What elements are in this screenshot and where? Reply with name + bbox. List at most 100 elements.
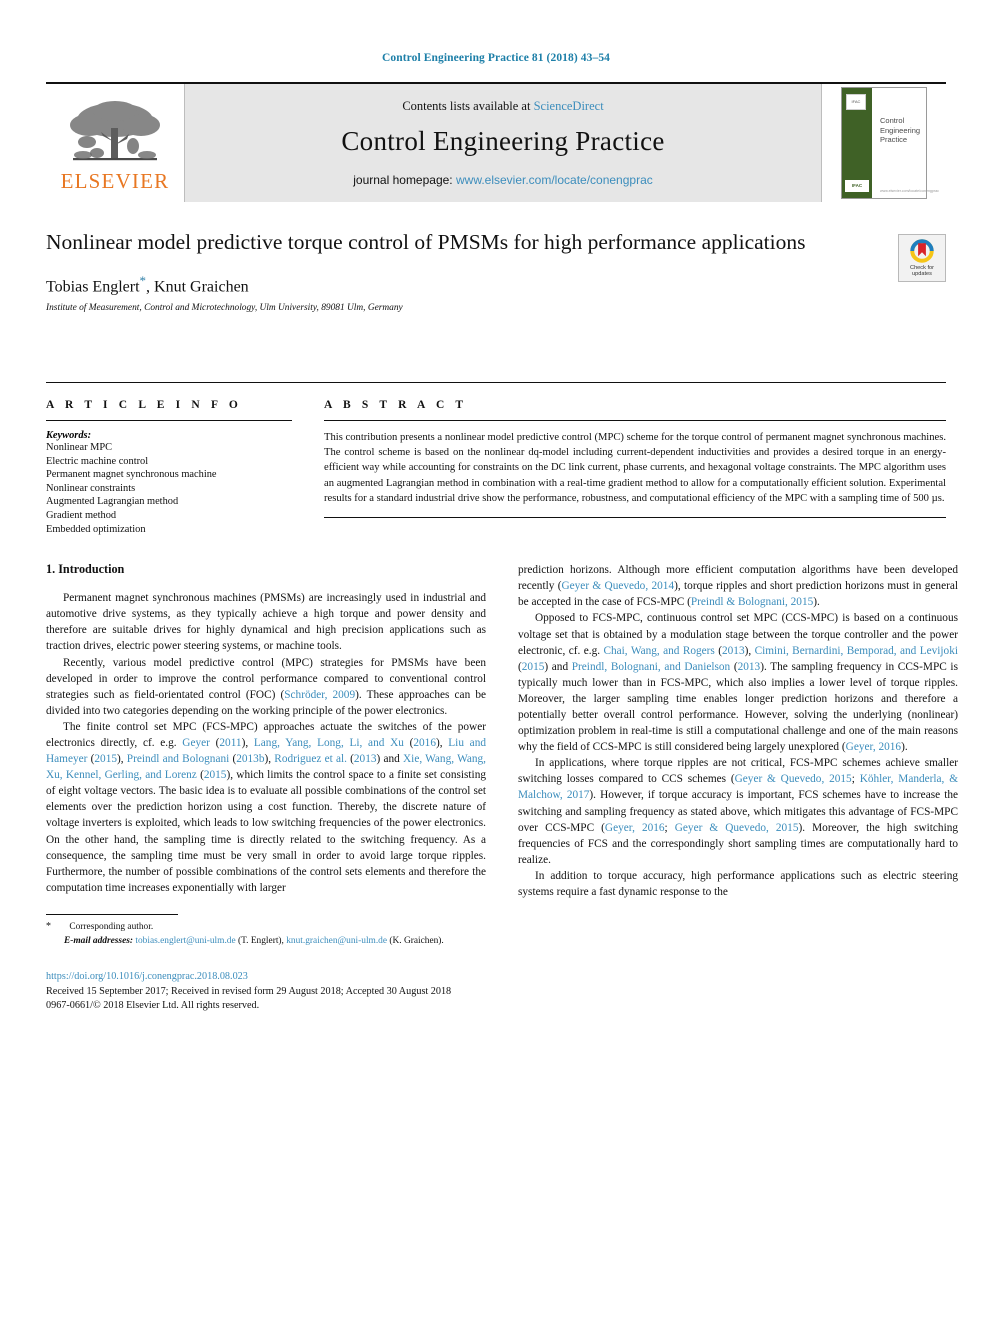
citation-link[interactable]: Preindl, Bolognani, and Danielson [572, 661, 730, 673]
cover-url: www.elsevier.com/locate/conengprac [880, 189, 939, 193]
ifac-badge-top-icon: IFAC [846, 94, 866, 110]
body-paragraph: The finite control set MPC (FCS-MPC) app… [46, 719, 486, 896]
citation-link[interactable]: Geyer, 2016 [605, 822, 665, 834]
contents-line: Contents lists available at ScienceDirec… [402, 99, 603, 114]
corresponding-author-text: Corresponding author. [69, 922, 154, 933]
journal-homepage-link[interactable]: www.elsevier.com/locate/conengprac [456, 173, 653, 187]
citation-link[interactable]: Geyer & Quevedo, 2014 [561, 580, 674, 592]
citation-link[interactable]: Preindl and Bolognani [127, 753, 229, 765]
abstract-column: A B S T R A C T This contribution presen… [324, 383, 946, 536]
running-head: Control Engineering Practice 81 (2018) 4… [381, 52, 611, 64]
article-page: Control Engineering Practice 81 (2018) 4… [0, 0, 992, 1323]
journal-homepage-line: journal homepage: www.elsevier.com/locat… [353, 173, 653, 187]
right-column: prediction horizons. Although more effic… [518, 562, 958, 900]
email-link-2[interactable]: knut.graichen@uni-ulm.de [286, 936, 387, 946]
homepage-prefix: journal homepage: [353, 173, 456, 187]
crossmark-icon [910, 239, 934, 263]
paragraph-text: ( [209, 737, 220, 749]
paragraph-text: ( [730, 660, 738, 673]
citation-link[interactable]: 2015 [522, 661, 545, 673]
paragraph-text: In addition to torque accuracy, high per… [518, 869, 958, 899]
paragraph-text: ). [901, 741, 908, 754]
left-column-paragraphs: Permanent magnet synchronous machines (P… [46, 590, 486, 896]
paragraph-text: ), [264, 753, 275, 766]
citation-link[interactable]: Preindl & Bolognani, 2015 [691, 596, 813, 608]
article-info-column: A R T I C L E I N F O Keywords: Nonlinea… [46, 383, 292, 536]
page-title: Nonlinear model predictive torque contro… [46, 230, 806, 254]
abstract-bottom-rule [324, 517, 946, 519]
citation-link[interactable]: 2013 [738, 661, 761, 673]
copyright-line: 0967-0661/© 2018 Elsevier Ltd. All right… [46, 1000, 260, 1012]
email-link-1[interactable]: tobias.englert@uni-ulm.de [135, 936, 235, 946]
cover-art: IFAC IFAC Control Engineering Practice w… [841, 87, 939, 199]
info-abstract-region: A R T I C L E I N F O Keywords: Nonlinea… [46, 382, 946, 536]
list-item: Embedded optimization [46, 523, 146, 535]
paragraph-text: ( [196, 769, 204, 782]
crossmark-line2: updates [912, 271, 932, 278]
sciencedirect-link[interactable]: ScienceDirect [534, 99, 604, 113]
citation-link[interactable]: Geyer, 2016 [846, 741, 901, 753]
citation-link[interactable]: 2013b [236, 753, 264, 765]
cover-title-line2: Engineering [880, 125, 921, 135]
citation-link[interactable]: 2011 [219, 737, 241, 749]
crossmark-badge[interactable]: Check for updates [898, 234, 946, 282]
citation-link[interactable]: 2015 [204, 769, 227, 781]
paragraph-text: ( [346, 753, 354, 766]
footnote-block: * Corresponding author. E-mail addresses… [46, 920, 606, 948]
paragraph-text: ). The sampling frequency in CCS-MPC is … [518, 660, 958, 754]
citation-link[interactable]: Geyer [182, 737, 210, 749]
right-column-paragraphs: prediction horizons. Although more effic… [518, 562, 958, 900]
cover-title-line3: Practice [880, 135, 908, 144]
citation-link[interactable]: Geyer & Quevedo, 2015 [675, 822, 799, 834]
body-paragraph: Opposed to FCS-MPC, continuous control s… [518, 610, 958, 755]
title-block: Nonlinear model predictive torque contro… [46, 228, 946, 348]
citation-link[interactable]: Rodriguez et al. [274, 753, 347, 765]
paragraph-text: ) and [544, 660, 572, 673]
list-item: Nonlinear MPC [46, 442, 113, 453]
email-addresses-note: E-mail addresses: tobias.englert@uni-ulm… [46, 935, 606, 948]
journal-cover-thumbnail: IFAC IFAC Control Engineering Practice w… [822, 84, 946, 202]
author-2: , Knut Graichen [146, 278, 249, 296]
cover-face: Control Engineering Practice www.elsevie… [872, 88, 939, 198]
citation-link[interactable]: Geyer & Quevedo, 2015 [735, 773, 852, 785]
page-footer: https://doi.org/10.1016/j.conengprac.201… [46, 970, 946, 1014]
paragraph-text: ( [403, 737, 414, 749]
citation-link[interactable]: 2013 [722, 645, 745, 657]
email-owner-1: (T. Englert), [235, 935, 287, 946]
citation-link[interactable]: 2016 [413, 737, 436, 749]
keywords-list: Nonlinear MPC Electric machine control P… [46, 441, 292, 536]
body-paragraph: In addition to torque accuracy, high per… [518, 868, 958, 900]
citation-link[interactable]: 2015 [94, 753, 117, 765]
corresponding-author-note: * Corresponding author. [46, 920, 606, 934]
elsevier-tree-icon [70, 101, 160, 161]
article-info-rule [46, 420, 292, 421]
citation-link[interactable]: 2013 [354, 753, 377, 765]
keywords-label: Keywords: [46, 430, 92, 441]
crossmark-label: Check for updates [910, 265, 934, 278]
paragraph-text: ( [714, 644, 722, 657]
citation-link[interactable]: Cimini, Bernardini, Bemporad, and Levijo… [755, 645, 958, 657]
body-columns: 1. Introduction Permanent magnet synchro… [46, 562, 958, 900]
citation-link[interactable]: Schröder, 2009 [284, 689, 355, 701]
footnote-separator [46, 914, 178, 916]
paragraph-text: ), [744, 644, 755, 657]
journal-masthead: ELSEVIER Contents lists available at Sci… [46, 82, 946, 202]
cover-spine: IFAC IFAC [842, 88, 872, 198]
citation-link[interactable]: Chai, Wang, and Rogers [603, 645, 714, 657]
list-item: Augmented Lagrangian method [46, 496, 179, 508]
citation-link[interactable]: Lang, Yang, Long, Li, and Xu [254, 737, 404, 749]
affiliation: Institute of Measurement, Control and Mi… [46, 303, 403, 314]
paragraph-text: ). [813, 596, 820, 609]
author-list: Tobias Englert*, Knut Graichen [46, 273, 946, 296]
doi-link[interactable]: https://doi.org/10.1016/j.conengprac.201… [46, 970, 946, 985]
paragraph-text: ), [241, 737, 254, 749]
cover-title: Control Engineering Practice [880, 116, 920, 145]
email-label: E-mail addresses: [64, 935, 134, 946]
paragraph-text: Permanent magnet synchronous machines (P… [46, 592, 486, 653]
cover-title-line1: Control [880, 116, 905, 125]
paragraph-text: ) and [376, 753, 404, 766]
paragraph-text: ; [851, 773, 860, 786]
footnote-star-marker: * [46, 921, 51, 933]
body-paragraph: In applications, where torque ripples ar… [518, 755, 958, 868]
ifac-badge-bottom-icon: IFAC [845, 180, 869, 192]
